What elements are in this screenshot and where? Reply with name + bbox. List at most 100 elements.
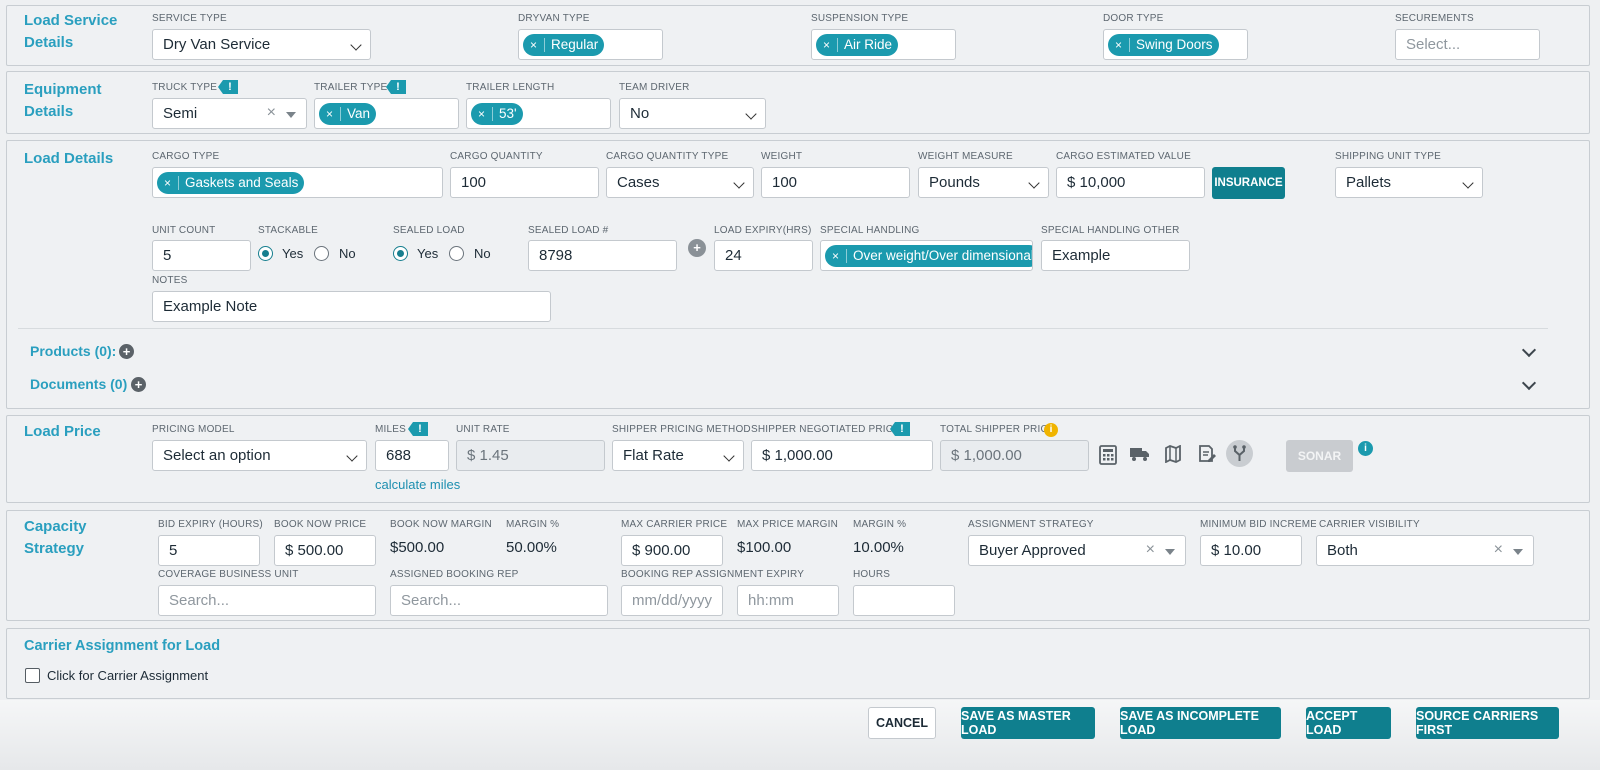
trailer-length-multiselect[interactable]: × 53' [466, 98, 611, 129]
load-service-title: Load Service Details [24, 12, 118, 51]
book-now-margin-value: $500.00 [390, 539, 445, 556]
dryvan-type-chip: × Regular [523, 33, 605, 56]
cargo-quantity-type-label: CARGO QUANTITY TYPE [606, 151, 729, 162]
coverage-business-unit-input[interactable]: Search... [158, 585, 376, 616]
accept-load-button[interactable]: ACCEPT LOAD [1306, 707, 1391, 739]
source-carriers-first-button[interactable]: SOURCE CARRIERS FIRST [1416, 707, 1559, 739]
max-carrier-price-input[interactable]: $ 900.00 [621, 535, 723, 566]
door-type-multiselect[interactable]: × Swing Doors [1103, 29, 1248, 60]
assignment-strategy-select[interactable]: Buyer Approved × [968, 535, 1186, 566]
door-type-chip: × Swing Doors [1108, 33, 1219, 56]
shipping-unit-type-select[interactable]: Pallets [1335, 167, 1483, 198]
save-master-load-button[interactable]: SAVE AS MASTER LOAD [961, 707, 1095, 739]
bid-expiry-input[interactable]: 5 [158, 535, 260, 566]
carrier-assignment-checkbox-label[interactable]: Click for Carrier Assignment [47, 668, 208, 683]
edit-doc-icon[interactable] [1197, 444, 1217, 464]
pricing-model-select[interactable]: Select an option [152, 440, 367, 471]
unit-rate-label: UNIT RATE [456, 424, 510, 435]
load-expiry-input[interactable]: 24 [714, 240, 813, 271]
caret-down-icon[interactable] [1513, 549, 1523, 555]
documents-toggle[interactable]: Documents (0) [30, 376, 127, 392]
assigned-booking-rep-input[interactable]: Search... [390, 585, 608, 616]
cargo-value-input[interactable]: $ 10,000 [1056, 167, 1205, 198]
truck-type-select[interactable]: Semi × [152, 98, 307, 129]
minimum-bid-increment-label: MINIMUM BID INCREMENT [1200, 519, 1331, 530]
weight-measure-select[interactable]: Pounds [918, 167, 1049, 198]
calculate-miles-link[interactable]: calculate miles [375, 477, 460, 492]
book-now-price-label: BOOK NOW PRICE [274, 519, 367, 530]
book-now-price-input[interactable]: $ 500.00 [274, 535, 376, 566]
special-handling-other-label: SPECIAL HANDLING OTHER [1041, 225, 1180, 236]
add-document-icon[interactable]: + [131, 377, 146, 392]
remove-chip-icon[interactable]: × [523, 37, 545, 52]
products-toggle[interactable]: Products (0): [30, 343, 116, 359]
special-handling-multiselect[interactable]: × Over weight/Over dimensional [820, 240, 1033, 271]
truck-icon[interactable] [1129, 446, 1151, 462]
booking-rep-time-input[interactable]: hh:mm [737, 585, 839, 616]
trailer-type-multiselect[interactable]: × Van [314, 98, 459, 129]
map-icon[interactable] [1164, 445, 1182, 463]
miles-input[interactable]: 688 [375, 440, 449, 471]
cargo-quantity-type-select[interactable]: Cases [606, 167, 754, 198]
cargo-type-multiselect[interactable]: × Gaskets and Seals [152, 167, 443, 198]
assigned-booking-rep-label: ASSIGNED BOOKING REP [390, 569, 519, 580]
load-price-title: Load Price [24, 423, 101, 440]
special-handling-label: SPECIAL HANDLING [820, 225, 920, 236]
suspension-type-chip: × Air Ride [816, 33, 899, 56]
calculator-icon[interactable] [1099, 445, 1117, 465]
remove-chip-icon[interactable]: × [816, 37, 838, 52]
sealed-load-no-radio[interactable] [449, 246, 464, 261]
stackable-no-radio[interactable] [314, 246, 329, 261]
securements-select[interactable]: Select... [1395, 29, 1540, 60]
hours-input[interactable] [853, 585, 955, 616]
stackable-yes-radio[interactable] [258, 246, 273, 261]
fork-button[interactable] [1226, 440, 1253, 467]
remove-chip-icon[interactable]: × [319, 106, 341, 121]
weight-input[interactable]: 100 [761, 167, 910, 198]
carrier-visibility-select[interactable]: Both × [1316, 535, 1534, 566]
remove-chip-icon[interactable]: × [825, 248, 847, 263]
service-type-select[interactable]: Dry Van Service [152, 29, 371, 60]
minimum-bid-increment-input[interactable]: $ 10.00 [1200, 535, 1302, 566]
sonar-info-icon[interactable]: i [1358, 441, 1373, 456]
booking-rep-date-input[interactable]: mm/dd/yyyy [621, 585, 723, 616]
save-incomplete-load-button[interactable]: SAVE AS INCOMPLETE LOAD [1120, 707, 1281, 739]
stackable-no-label: No [339, 246, 356, 261]
insurance-button[interactable]: INSURANCE [1212, 167, 1285, 199]
shipper-negotiated-price-input[interactable]: $ 1,000.00 [751, 440, 933, 471]
caret-down-icon[interactable] [1165, 549, 1175, 555]
team-driver-select[interactable]: No [619, 98, 766, 129]
remove-chip-icon[interactable]: × [1108, 37, 1130, 52]
carrier-visibility-label: CARRIER VISIBILITY [1316, 519, 1420, 530]
load-expiry-label: LOAD EXPIRY(HRS) [714, 225, 812, 236]
special-handling-other-input[interactable]: Example [1041, 240, 1190, 271]
clear-icon[interactable]: × [1494, 541, 1503, 559]
sonar-button[interactable]: SONAR [1286, 440, 1353, 472]
cancel-button[interactable]: CANCEL [868, 707, 936, 739]
dryvan-type-label: DRYVAN TYPE [518, 13, 590, 24]
carrier-assignment-checkbox[interactable] [25, 668, 40, 683]
suspension-type-multiselect[interactable]: × Air Ride [811, 29, 956, 60]
add-product-icon[interactable]: + [119, 344, 134, 359]
remove-chip-icon[interactable]: × [471, 106, 493, 121]
carrier-assignment-panel [6, 628, 1590, 699]
notes-input[interactable]: Example Note [152, 291, 551, 322]
sealed-load-no-label-field: SEALED LOAD # [528, 225, 609, 236]
fork-icon [1233, 445, 1246, 461]
unit-count-input[interactable]: 5 [152, 240, 251, 271]
clear-icon[interactable]: × [1146, 541, 1155, 559]
shipper-pricing-method-select[interactable]: Flat Rate [612, 440, 744, 471]
dryvan-type-multiselect[interactable]: × Regular [518, 29, 663, 60]
add-seal-icon[interactable]: + [688, 239, 706, 257]
cargo-quantity-input[interactable]: 100 [450, 167, 599, 198]
sealed-load-number-input[interactable]: 8798 [528, 240, 677, 271]
margin-pct-2-value: 10.00% [853, 539, 904, 556]
cargo-type-label: CARGO TYPE [152, 151, 220, 162]
sealed-load-yes-radio[interactable] [393, 246, 408, 261]
remove-chip-icon[interactable]: × [157, 175, 179, 190]
caret-down-icon[interactable] [286, 112, 296, 118]
cargo-quantity-label: CARGO QUANTITY [450, 151, 543, 162]
clear-icon[interactable]: × [267, 104, 276, 122]
coverage-business-unit-label: COVERAGE BUSINESS UNIT [158, 569, 299, 580]
warning-info-icon[interactable]: i [1044, 423, 1058, 437]
